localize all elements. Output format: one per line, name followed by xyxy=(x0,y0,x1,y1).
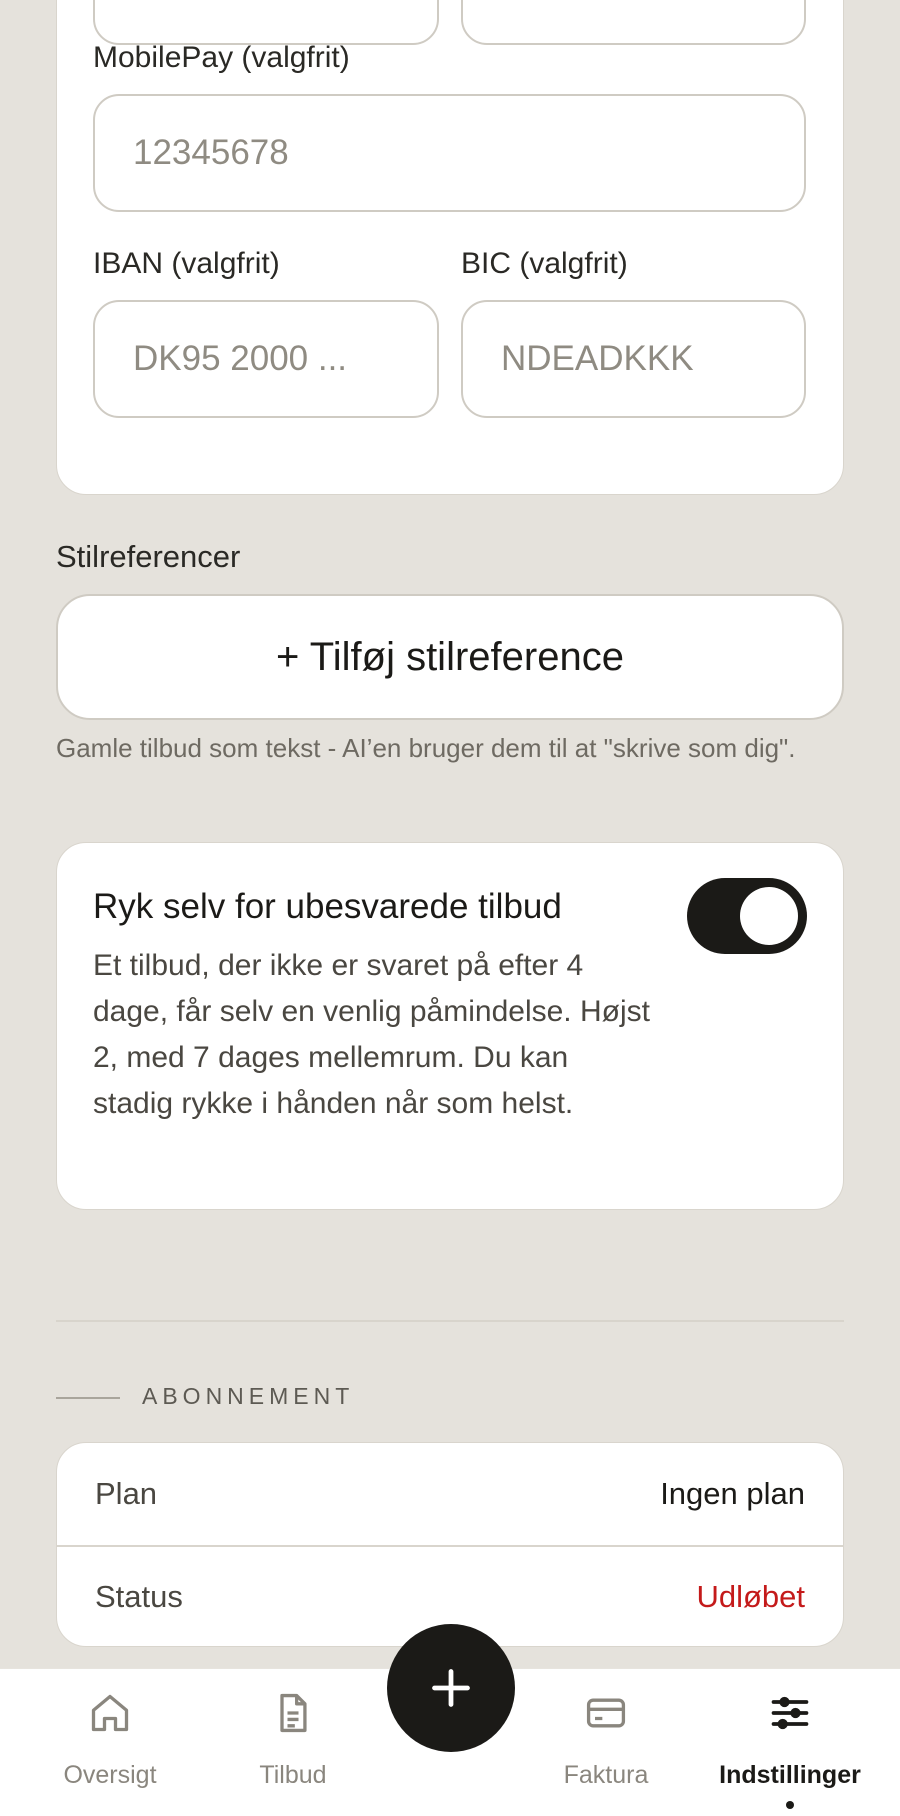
payment-card: MobilePay (valgfrit) 12345678 IBAN (valg… xyxy=(56,0,844,495)
iban-input[interactable]: DK95 2000 ... xyxy=(93,300,439,418)
plus-icon xyxy=(432,1669,470,1707)
status-value: Udløbet xyxy=(696,1579,805,1614)
subscription-card: Plan Ingen plan Status Udløbet xyxy=(56,1442,844,1647)
auto-reminder-title: Ryk selv for ubesvarede tilbud xyxy=(93,887,562,926)
create-fab-button[interactable] xyxy=(387,1624,515,1752)
plan-row: Plan Ingen plan xyxy=(57,1443,843,1545)
toggle-knob xyxy=(740,887,798,945)
nav-label-tilbud: Tilbud xyxy=(259,1761,327,1789)
document-icon xyxy=(280,1693,307,1733)
nav-item-oversigt[interactable]: Oversigt xyxy=(30,1669,190,1816)
bic-label: BIC (valgfrit) xyxy=(461,247,628,280)
section-divider xyxy=(56,1320,844,1322)
mobilepay-input[interactable]: 12345678 xyxy=(93,94,806,212)
iban-label: IBAN (valgfrit) xyxy=(93,247,280,280)
bic-input[interactable]: NDEADKKK xyxy=(461,300,806,418)
plan-label: Plan xyxy=(95,1476,158,1511)
nav-item-faktura[interactable]: Faktura xyxy=(526,1669,686,1816)
mobilepay-label: MobilePay (valgfrit) xyxy=(93,41,350,74)
section-rule xyxy=(56,1397,120,1399)
style-references-hint: Gamle tilbud som tekst - AI’en bruger de… xyxy=(56,733,796,763)
add-style-reference-button[interactable]: + Tilføj stilreference xyxy=(56,594,844,720)
style-references-title: Stilreferencer xyxy=(56,539,241,574)
sliders-icon xyxy=(771,1696,809,1730)
auto-reminder-toggle[interactable] xyxy=(687,878,807,954)
nav-label-oversigt: Oversigt xyxy=(63,1761,157,1789)
card-icon xyxy=(586,1698,626,1728)
auto-reminder-description: Et tilbud, der ikke er svaret på efter 4… xyxy=(93,949,650,1120)
nav-item-tilbud[interactable]: Tilbud xyxy=(213,1669,373,1816)
nav-label-faktura: Faktura xyxy=(563,1761,649,1789)
nav-item-indstillinger[interactable]: Indstillinger xyxy=(700,1669,880,1816)
nav-label-indstillinger: Indstillinger xyxy=(719,1761,861,1789)
subscription-section-title: ABONNEMENT xyxy=(142,1383,355,1409)
top-left-field[interactable] xyxy=(93,0,439,45)
plan-value: Ingen plan xyxy=(660,1476,805,1511)
status-label: Status xyxy=(95,1579,183,1614)
active-indicator-dot xyxy=(786,1801,794,1809)
top-right-field[interactable] xyxy=(461,0,806,45)
home-icon xyxy=(91,1694,129,1732)
